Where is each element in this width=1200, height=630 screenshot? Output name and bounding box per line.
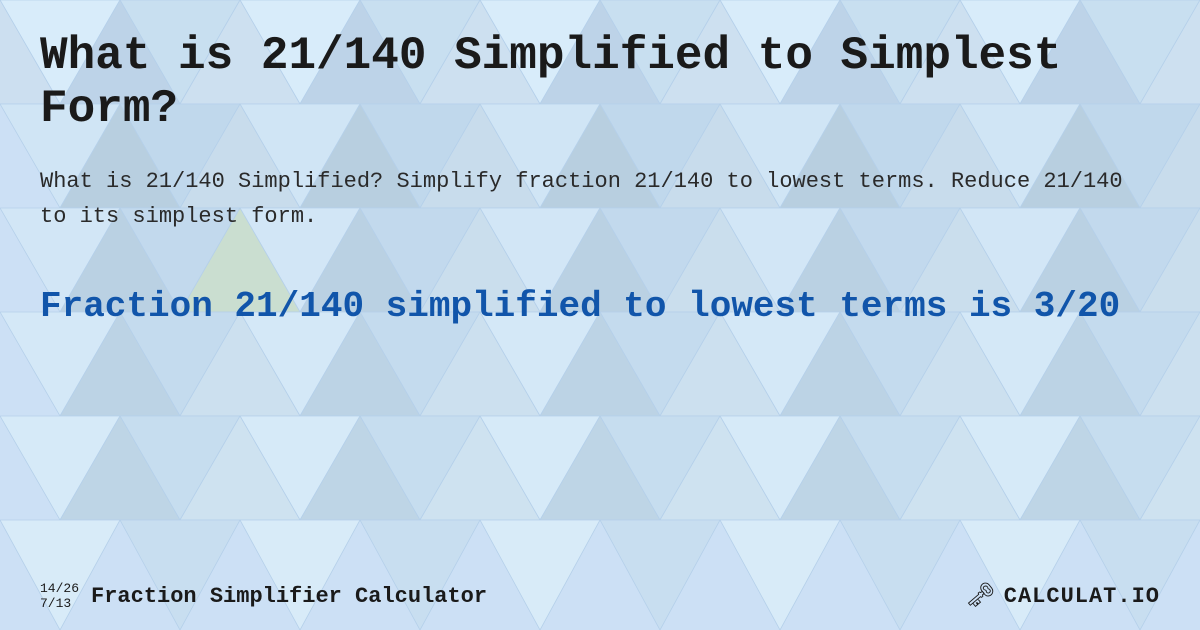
calculat-logo: CALCULAT.IO <box>1004 584 1160 609</box>
description-text: What is 21/140 Simplified? Simplify frac… <box>40 164 1160 234</box>
result-heading: Fraction 21/140 simplified to lowest ter… <box>40 284 1160 329</box>
footer-fractions: 14/26 7/13 <box>40 581 79 612</box>
main-content: What is 21/140 Simplified to Simplest Fo… <box>0 0 1200 379</box>
footer-logo-area: 🗝 CALCULAT.IO <box>965 581 1160 611</box>
key-icon: 🗝 <box>965 581 995 611</box>
footer-fraction-top: 14/26 <box>40 581 79 597</box>
page-title: What is 21/140 Simplified to Simplest Fo… <box>40 30 1160 136</box>
footer-fraction-bottom: 7/13 <box>40 596 79 612</box>
footer: 14/26 7/13 Fraction Simplifier Calculato… <box>40 581 1160 612</box>
footer-label: Fraction Simplifier Calculator <box>91 584 487 609</box>
